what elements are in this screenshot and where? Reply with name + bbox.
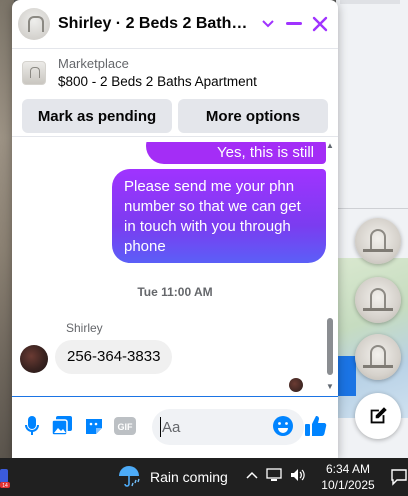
new-message-button[interactable]: [355, 393, 401, 439]
chat-window: Shirley · 2 Beds 2 Baths Ap... Marketpla…: [12, 0, 338, 458]
scroll-down-arrow-icon[interactable]: ▼: [326, 382, 334, 391]
minimize-icon[interactable]: [284, 13, 304, 35]
chat-head-1[interactable]: [355, 218, 401, 264]
thumbs-up-icon[interactable]: [304, 414, 328, 438]
chat-head-2[interactable]: [355, 277, 401, 323]
message-input-box: [152, 409, 304, 445]
mark-as-pending-button[interactable]: Mark as pending: [22, 99, 172, 133]
chat-header: Shirley · 2 Beds 2 Baths Ap...: [12, 0, 338, 49]
close-icon[interactable]: [310, 13, 330, 35]
taskbar-clock[interactable]: 6:34 AM 10/1/2025: [318, 461, 378, 493]
listing-name: $800 - 2 Beds 2 Baths Apartment: [58, 73, 257, 89]
weather-widget[interactable]: Rain coming: [116, 465, 228, 489]
photo-icon[interactable]: [50, 414, 74, 438]
scroll-up-arrow-icon[interactable]: ▲: [326, 141, 334, 150]
weather-text: Rain coming: [150, 469, 228, 485]
listing-thumbnail: [22, 60, 46, 85]
svg-text:14: 14: [2, 483, 8, 488]
message-input[interactable]: [162, 409, 268, 445]
chat-title[interactable]: Shirley · 2 Beds 2 Baths Ap...: [58, 15, 254, 33]
outgoing-message: Yes, this is still available: [146, 142, 326, 181]
scrollbar-thumb[interactable]: [327, 318, 333, 375]
text-caret: [160, 417, 161, 437]
clock-time: 6:34 AM: [325, 462, 371, 476]
more-options-button[interactable]: More options: [178, 99, 328, 133]
background-divider: [336, 208, 408, 209]
volume-icon[interactable]: [290, 468, 306, 482]
compose-icon: [370, 407, 387, 424]
outgoing-message: Please send me your phn number so that w…: [112, 169, 326, 263]
notification-icon[interactable]: [390, 468, 408, 486]
background-blue-element: [336, 356, 356, 396]
sender-name: Shirley: [66, 321, 103, 335]
chevron-down-icon[interactable]: [260, 15, 276, 33]
listing-avatar[interactable]: [18, 8, 50, 40]
message-timestamp: Tue 11:00 AM: [137, 285, 213, 299]
chevron-up-icon[interactable]: [246, 471, 258, 479]
emoji-icon[interactable]: [272, 415, 296, 439]
clock-date: 10/1/2025: [321, 478, 375, 492]
listing-actions: Mark as pending More options: [12, 96, 338, 137]
message-list: Yes, this is still available Please send…: [12, 142, 338, 396]
gif-icon[interactable]: GIF: [113, 414, 137, 438]
listing-category: Marketplace: [58, 55, 129, 71]
background-text: [340, 0, 400, 4]
chat-head-3[interactable]: [355, 334, 401, 380]
sticker-icon[interactable]: [82, 414, 106, 438]
message-scrollbar[interactable]: ▲ ▼: [324, 141, 336, 396]
sender-avatar[interactable]: [20, 345, 48, 373]
listing-summary[interactable]: Marketplace $800 - 2 Beds 2 Baths Apartm…: [12, 49, 338, 96]
network-icon[interactable]: [266, 468, 282, 482]
seen-indicator-avatar: [289, 378, 303, 392]
message-composer: GIF: [12, 396, 338, 458]
microphone-icon[interactable]: [20, 414, 44, 438]
incoming-message: 256-364-3833: [55, 340, 173, 374]
system-tray: [246, 468, 306, 482]
weather-icon: [119, 466, 140, 487]
taskbar-app-badge[interactable]: 14: [0, 466, 10, 489]
svg-text:GIF: GIF: [118, 422, 134, 432]
windows-taskbar: 14 Rain coming 6:34 AM 10/1/2025: [0, 458, 408, 496]
